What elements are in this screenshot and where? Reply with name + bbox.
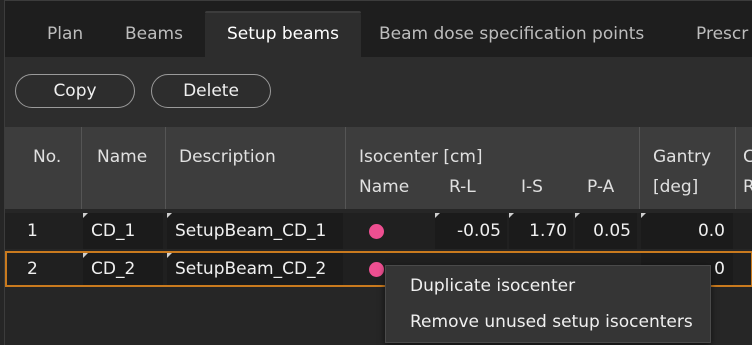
tab-setup-beams-label: Setup beams (227, 24, 339, 44)
column-header-name[interactable]: Name (97, 147, 147, 167)
editable-marker (167, 213, 172, 218)
toolbar: Copy Delete (5, 57, 752, 127)
tab-plan[interactable]: Plan (47, 11, 83, 57)
cell-gantry: 0 (714, 259, 725, 279)
tab-setup-beams[interactable]: Setup beams (205, 11, 361, 57)
column-header-next[interactable]: C (743, 147, 752, 167)
column-header-next-unit: R (743, 177, 752, 197)
menu-item-duplicate-isocenter[interactable]: Duplicate isocenter (386, 268, 710, 304)
column-header-description[interactable]: Description (179, 147, 276, 167)
column-header-isocenter-name[interactable]: Name (359, 177, 409, 197)
column-divider (165, 127, 166, 209)
editable-marker (83, 253, 88, 258)
column-header-rl[interactable]: R-L (449, 177, 476, 197)
column-divider (81, 127, 82, 209)
cell-is: 1.70 (529, 221, 567, 241)
cell-description-box[interactable]: SetupBeam_CD_1 (167, 213, 343, 249)
tab-active-indicator (205, 11, 361, 13)
column-divider (639, 127, 640, 209)
context-menu: Duplicate isocenter Remove unused setup … (385, 265, 711, 343)
cell-name: CD_1 (91, 221, 136, 241)
cell-no: 1 (27, 221, 38, 241)
setup-beams-panel: Plan Beams Setup beams Beam dose specifi… (4, 0, 752, 345)
table-row[interactable]: 1 CD_1 SetupBeam_CD_1 -0.05 1.70 0.05 0.… (5, 213, 752, 249)
tab-bar: Plan Beams Setup beams Beam dose specifi… (5, 1, 752, 57)
isocenter-color-icon[interactable] (369, 224, 384, 239)
cell-name-box[interactable]: CD_2 (83, 253, 163, 285)
cell-pa: 0.05 (593, 221, 631, 241)
editable-marker (435, 213, 440, 218)
column-divider (345, 127, 346, 209)
column-divider (735, 127, 736, 209)
editable-marker (575, 213, 580, 218)
copy-button[interactable]: Copy (15, 74, 135, 108)
cell-description-box[interactable]: SetupBeam_CD_2 (167, 253, 343, 285)
cell-rl-box[interactable]: -0.05 (435, 213, 507, 249)
menu-item-remove-unused-setup-isocenters[interactable]: Remove unused setup isocenters (386, 304, 710, 340)
cell-pa-box[interactable]: 0.05 (575, 213, 637, 249)
cell-gantry-box[interactable]: 0.0 (641, 213, 733, 249)
editable-marker (83, 213, 88, 218)
cell-name: CD_2 (91, 259, 136, 279)
tab-beams[interactable]: Beams (125, 11, 183, 57)
cell-description: SetupBeam_CD_2 (175, 259, 327, 279)
column-header-isocenter: Isocenter [cm] (359, 147, 483, 167)
column-header-no[interactable]: No. (33, 147, 61, 167)
delete-button[interactable]: Delete (151, 74, 271, 108)
isocenter-color-icon[interactable] (369, 262, 384, 277)
cell-rl: -0.05 (457, 221, 501, 241)
editable-marker (509, 213, 514, 218)
editable-marker (167, 253, 172, 258)
cell-description: SetupBeam_CD_1 (175, 221, 327, 241)
tab-prescription[interactable]: Prescr (696, 11, 748, 57)
tab-beam-dose-specification-points[interactable]: Beam dose specification points (379, 11, 644, 57)
cell-no: 2 (27, 259, 38, 279)
column-header-pa[interactable]: P-A (587, 177, 614, 197)
cell-gantry: 0.0 (697, 221, 725, 241)
column-header-gantry-unit: [deg] (653, 177, 699, 197)
cell-name-box[interactable]: CD_1 (83, 213, 163, 249)
editable-marker (641, 213, 646, 218)
column-header-gantry[interactable]: Gantry (653, 147, 711, 167)
cell-is-box[interactable]: 1.70 (509, 213, 573, 249)
column-header-is[interactable]: I-S (521, 177, 543, 197)
